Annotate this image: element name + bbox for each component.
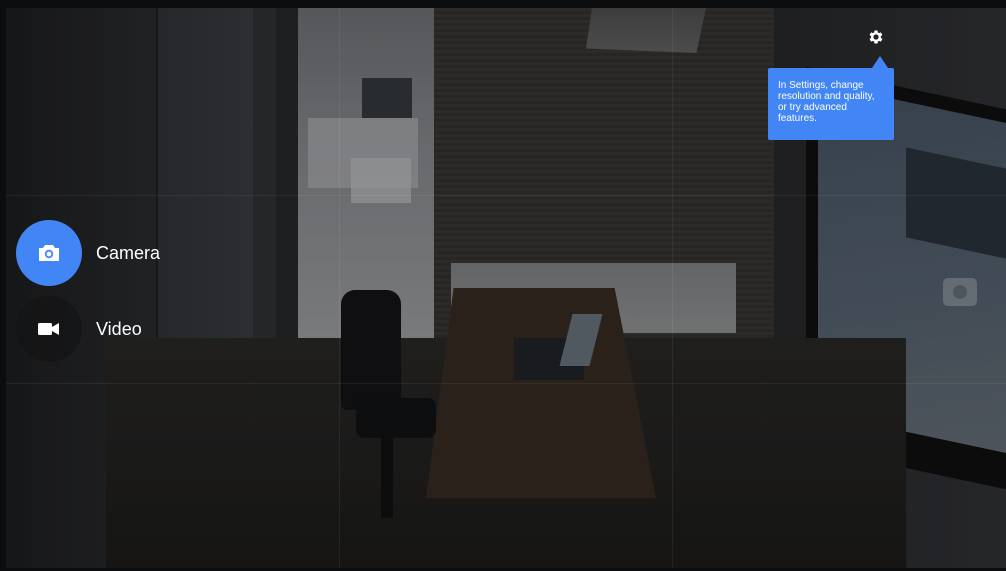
camera-mode-button[interactable]: Camera [16,220,160,286]
grid-line [6,195,1006,196]
video-icon [38,323,59,335]
grid-line [339,8,340,568]
video-mode-label[interactable]: Video [96,319,142,340]
camera-mode-label[interactable]: Camera [96,243,160,264]
video-mode-circle[interactable] [16,296,82,362]
settings-button[interactable] [864,25,888,49]
settings-tooltip[interactable]: In Settings, change resolution and quali… [768,68,894,140]
viewfinder-frame: Camera Video In Settings, change resolut… [6,8,1006,568]
gear-icon [869,30,883,44]
grid-line [6,383,1006,384]
camera-mode-circle[interactable] [16,220,82,286]
camera-icon [39,245,59,261]
video-mode-button[interactable]: Video [16,296,142,362]
tooltip-arrow [872,56,888,68]
grid-line [672,8,673,568]
faint-camera-icon [943,278,977,306]
